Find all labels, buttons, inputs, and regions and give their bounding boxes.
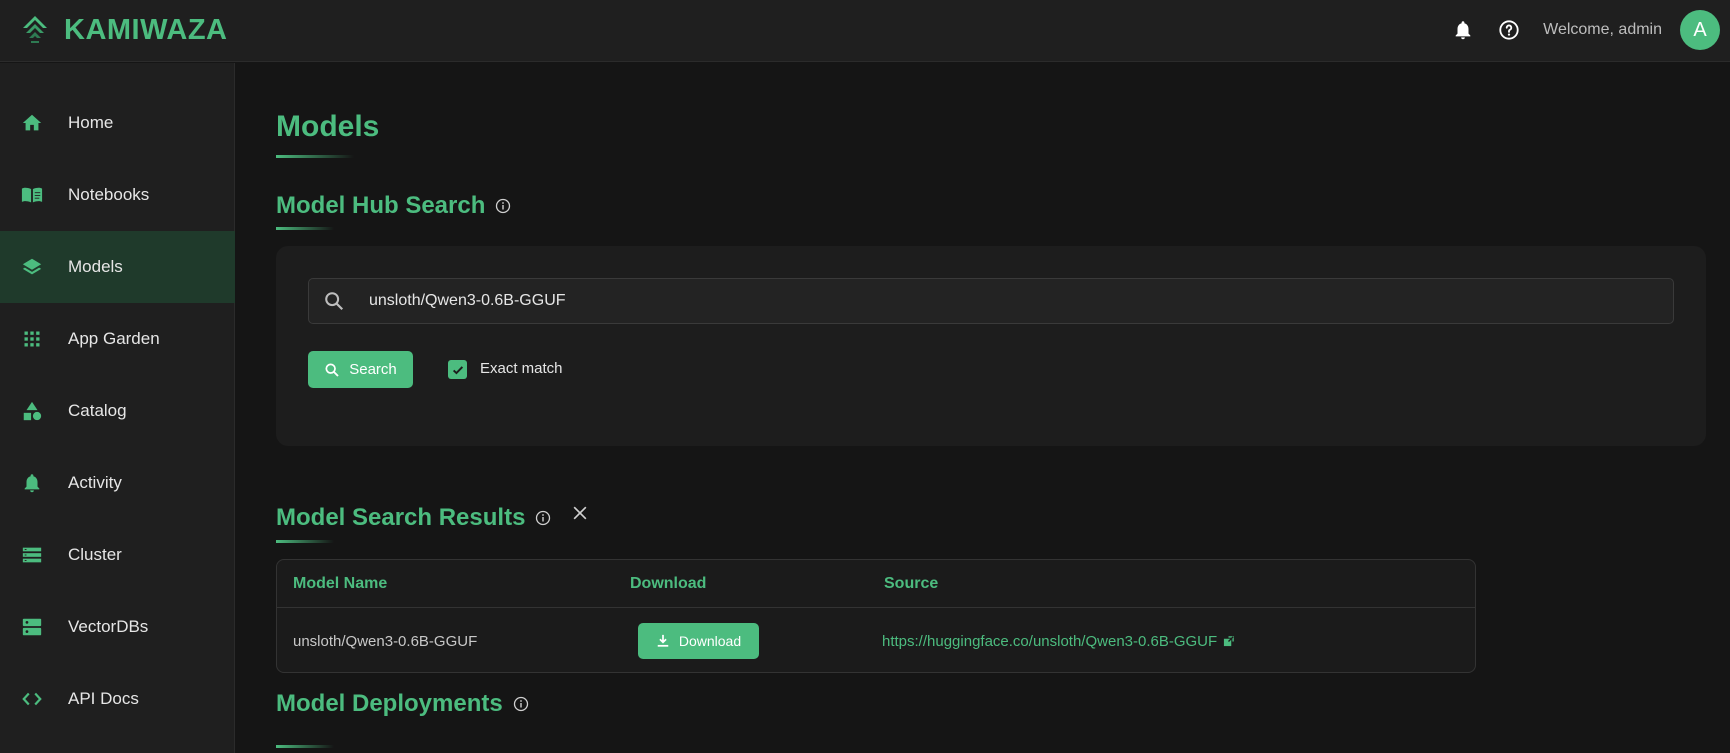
info-icon[interactable] (535, 510, 551, 526)
deployments-heading: Model Deployments (276, 690, 529, 718)
section-underline (276, 227, 334, 230)
sidebar-item-vectordbs[interactable]: VectorDBs (0, 591, 235, 663)
column-header-model-name[interactable]: Model Name (293, 575, 387, 593)
hub-search-heading: Model Hub Search (276, 192, 511, 220)
sidebar-item-api-docs[interactable]: API Docs (0, 663, 235, 735)
dns-icon (20, 615, 44, 639)
deployments-title: Model Deployments (276, 690, 503, 717)
sidebar-item-activity[interactable]: Activity (0, 447, 235, 519)
sidebar-item-app-garden[interactable]: App Garden (0, 303, 235, 375)
search-button-label: Search (349, 361, 397, 378)
search-icon (325, 362, 339, 377)
section-underline (276, 540, 334, 543)
grid-icon (20, 327, 44, 351)
column-header-download[interactable]: Download (630, 575, 706, 593)
sidebar-item-cluster[interactable]: Cluster (0, 519, 235, 591)
sidebar-item-label: Home (68, 113, 114, 132)
results-table: Model Name Download Source unsloth/Qwen3… (276, 559, 1476, 673)
hub-search-title: Model Hub Search (276, 192, 486, 219)
sidebar-item-notebooks[interactable]: Notebooks (0, 159, 235, 231)
results-heading: Model Search Results (276, 504, 551, 532)
app-name: KAMIWAZA (64, 13, 228, 46)
sidebar-item-label: Cluster (68, 545, 122, 564)
logo[interactable]: KAMIWAZA (18, 13, 227, 47)
info-icon[interactable] (495, 198, 511, 214)
sidebar-item-label: Models (68, 257, 123, 276)
kamiwaza-logo-icon (23, 16, 47, 43)
source-link-text: https://huggingface.co/unsloth/Qwen3-0.6… (882, 633, 1218, 650)
sidebar-item-label: Notebooks (68, 185, 150, 204)
sidebar-item-label: VectorDBs (68, 617, 149, 636)
column-header-source[interactable]: Source (884, 575, 938, 593)
download-icon (657, 634, 669, 647)
download-button-label: Download (678, 633, 742, 649)
layers-icon (20, 255, 44, 279)
checkmark-icon (452, 365, 463, 374)
title-underline (276, 155, 354, 158)
hub-search-panel: Search Exact match (276, 246, 1706, 446)
search-icon (323, 290, 345, 312)
model-name-cell: unsloth/Qwen3-0.6B-GGUF (293, 633, 478, 650)
exact-match-label[interactable]: Exact match (480, 360, 563, 377)
external-link-icon (1224, 636, 1234, 647)
sidebar-item-home[interactable]: Home (0, 87, 235, 159)
model-search-input[interactable] (369, 279, 1659, 323)
close-results-icon[interactable] (569, 502, 591, 524)
download-button[interactable]: Download (638, 623, 759, 659)
bell-icon (20, 471, 44, 495)
sidebar: Home Notebooks Models App Garden Catalog… (0, 63, 235, 753)
sidebar-item-label: Activity (68, 473, 122, 492)
info-icon[interactable] (513, 696, 529, 712)
results-title: Model Search Results (276, 504, 526, 531)
results-table-header: Model Name Download Source (277, 560, 1475, 608)
sidebar-item-label: API Docs (68, 689, 139, 708)
main-content: Models Model Hub Search Search Exact mat… (236, 63, 1730, 753)
sidebar-item-catalog[interactable]: Catalog (0, 375, 235, 447)
search-box[interactable] (308, 278, 1674, 324)
sidebar-item-models[interactable]: Models (0, 231, 235, 303)
notifications-bell-icon[interactable] (1451, 18, 1475, 42)
help-icon[interactable] (1497, 18, 1521, 42)
search-button[interactable]: Search (308, 351, 413, 388)
book-icon (20, 183, 44, 207)
welcome-text: Welcome, admin (1543, 21, 1662, 38)
home-icon (20, 111, 44, 135)
shapes-icon (20, 399, 44, 423)
sidebar-item-label: App Garden (68, 329, 160, 348)
source-link[interactable]: https://huggingface.co/unsloth/Qwen3-0.6… (882, 633, 1234, 650)
user-avatar[interactable]: A (1680, 10, 1720, 50)
exact-match-checkbox[interactable] (448, 360, 467, 379)
page-title: Models (276, 110, 380, 143)
top-bar: KAMIWAZA Welcome, admin A (0, 0, 1730, 62)
sidebar-item-label: Catalog (68, 401, 127, 420)
storage-icon (20, 543, 44, 567)
section-underline (276, 745, 334, 748)
code-icon (20, 687, 44, 711)
